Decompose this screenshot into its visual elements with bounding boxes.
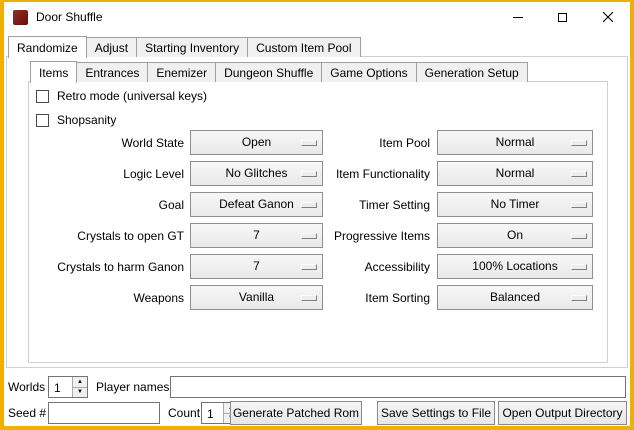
tab-dungeon-shuffle[interactable]: Dungeon Shuffle [215, 62, 322, 82]
world-state-value: Open [242, 135, 271, 150]
shopsanity-checkbox[interactable] [36, 114, 49, 127]
retro-mode-checkbox[interactable] [36, 90, 49, 103]
window-title: Door Shuffle [36, 10, 103, 24]
sub-tab-bar: Items Entrances Enemizer Dungeon Shuffle… [30, 61, 528, 82]
timer-setting-label: Timer Setting [284, 198, 430, 212]
world-state-label: World State [34, 136, 184, 150]
shopsanity-label: Shopsanity [57, 113, 116, 127]
setting-row: Crystals to open GT 7 Progressive Items … [4, 223, 630, 249]
logic-level-value: No Glitches [225, 166, 287, 181]
logic-level-label: Logic Level [34, 167, 184, 181]
timer-setting-value: No Timer [491, 197, 540, 212]
worlds-label: Worlds [8, 380, 45, 394]
timer-setting-dropdown[interactable]: No Timer [437, 192, 593, 217]
down-arrow-icon: ▼ [77, 389, 83, 395]
item-sorting-value: Balanced [490, 290, 540, 305]
tab-enemizer[interactable]: Enemizer [147, 62, 216, 82]
worlds-spinner[interactable]: 1 ▲ ▼ [48, 376, 88, 398]
close-icon [603, 12, 613, 22]
item-functionality-label: Item Functionality [284, 167, 430, 181]
window-controls [495, 2, 630, 32]
generate-rom-button[interactable]: Generate Patched Rom [230, 401, 362, 425]
item-pool-label: Item Pool [284, 136, 430, 150]
minimize-button[interactable] [495, 2, 540, 32]
progressive-items-dropdown[interactable]: On [437, 223, 593, 248]
maximize-icon [558, 13, 567, 22]
maximize-button[interactable] [540, 2, 585, 32]
dropdown-indicator-icon [571, 295, 587, 301]
worlds-value: 1 [49, 377, 72, 397]
crystals-harm-ganon-label: Crystals to harm Ganon [34, 260, 184, 274]
tab-adjust[interactable]: Adjust [86, 37, 137, 57]
minimize-icon [513, 17, 523, 18]
seed-input[interactable] [48, 402, 160, 424]
tab-randomize[interactable]: Randomize [8, 36, 87, 58]
worlds-spinner-buttons: ▲ ▼ [72, 377, 87, 397]
count-label: Count [168, 406, 200, 420]
player-names-input[interactable] [170, 376, 626, 398]
item-pool-dropdown[interactable]: Normal [437, 130, 593, 155]
tab-entrances[interactable]: Entrances [76, 62, 148, 82]
setting-row: Weapons Vanilla Item Sorting Balanced [4, 285, 630, 311]
setting-row: Logic Level No Glitches Item Functionali… [4, 161, 630, 187]
retro-mode-label: Retro mode (universal keys) [57, 89, 207, 103]
progressive-items-label: Progressive Items [284, 229, 430, 243]
player-names-label: Player names [96, 380, 169, 394]
setting-row: Crystals to harm Ganon 7 Accessibility 1… [4, 254, 630, 280]
crystals-harm-ganon-value: 7 [253, 259, 260, 274]
dropdown-indicator-icon [571, 171, 587, 177]
crystals-open-gt-label: Crystals to open GT [34, 229, 184, 243]
tab-items[interactable]: Items [30, 61, 77, 83]
main-tab-bar: Randomize Adjust Starting Inventory Cust… [8, 36, 361, 57]
worlds-increment-button[interactable]: ▲ [73, 377, 87, 387]
dropdown-indicator-icon [571, 233, 587, 239]
weapons-value: Vanilla [239, 290, 274, 305]
progressive-items-value: On [507, 228, 523, 243]
app-window: Door Shuffle Randomize Adjust Starting I… [0, 0, 634, 430]
dropdown-indicator-icon [571, 264, 587, 270]
setting-row: Goal Defeat Ganon Timer Setting No Timer [4, 192, 630, 218]
dropdown-indicator-icon [571, 140, 587, 146]
up-arrow-icon: ▲ [77, 379, 83, 385]
dropdown-indicator-icon [571, 202, 587, 208]
seed-label: Seed # [8, 406, 46, 420]
accessibility-value: 100% Locations [472, 259, 557, 274]
worlds-decrement-button[interactable]: ▼ [73, 387, 87, 398]
shopsanity-row: Shopsanity [36, 112, 116, 128]
accessibility-dropdown[interactable]: 100% Locations [437, 254, 593, 279]
retro-mode-row: Retro mode (universal keys) [36, 88, 207, 104]
tab-starting-inventory[interactable]: Starting Inventory [136, 37, 248, 57]
crystals-open-gt-value: 7 [253, 228, 260, 243]
tab-game-options[interactable]: Game Options [321, 62, 416, 82]
weapons-label: Weapons [34, 291, 184, 305]
item-pool-value: Normal [496, 135, 535, 150]
tab-custom-item-pool[interactable]: Custom Item Pool [247, 37, 360, 57]
app-icon [13, 10, 28, 25]
count-value: 1 [202, 403, 223, 423]
save-settings-button[interactable]: Save Settings to File [377, 401, 495, 425]
setting-row: World State Open Item Pool Normal [4, 130, 630, 156]
item-sorting-dropdown[interactable]: Balanced [437, 285, 593, 310]
tab-generation-setup[interactable]: Generation Setup [416, 62, 528, 82]
close-button[interactable] [585, 2, 630, 32]
open-output-button[interactable]: Open Output Directory [498, 401, 627, 425]
item-sorting-label: Item Sorting [284, 291, 430, 305]
titlebar[interactable]: Door Shuffle [4, 2, 630, 32]
item-functionality-dropdown[interactable]: Normal [437, 161, 593, 186]
goal-label: Goal [34, 198, 184, 212]
item-functionality-value: Normal [496, 166, 535, 181]
goal-value: Defeat Ganon [219, 197, 294, 212]
accessibility-label: Accessibility [284, 260, 430, 274]
